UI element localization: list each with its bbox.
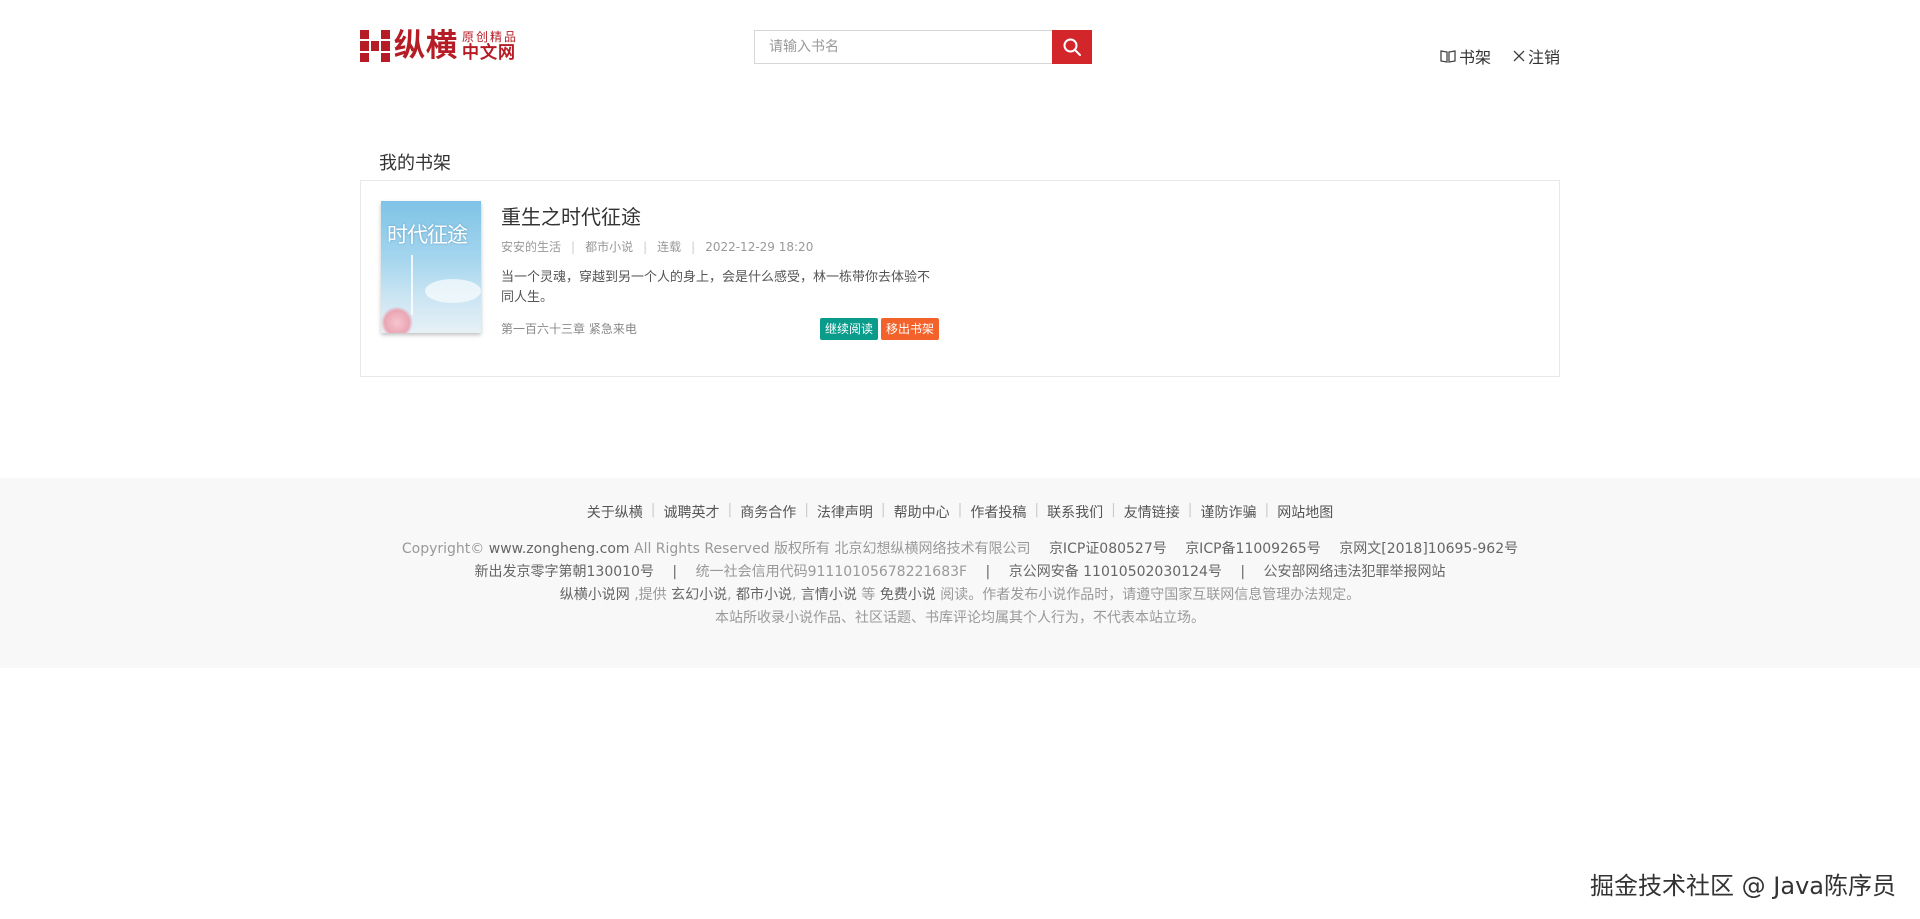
- genre-link-free[interactable]: 免费小说: [880, 587, 936, 603]
- logout-link[interactable]: 注销: [1513, 44, 1560, 68]
- footer-nav-item[interactable]: 帮助中心: [894, 502, 950, 522]
- shelf-title: 我的书架: [379, 153, 451, 174]
- genre-link-romance[interactable]: 言情小说: [801, 587, 857, 603]
- continue-reading-button[interactable]: 继续阅读: [820, 318, 878, 340]
- footer-genre-line: 纵横小说网 ,提供 玄幻小说, 都市小说, 言情小说 等 免费小说 阅读。作者发…: [0, 584, 1920, 604]
- logo-main-text: 纵横: [394, 28, 458, 64]
- logo-sub-top: 原创精品: [462, 29, 519, 44]
- book-meta: 安安的生活 | 都市小说 | 连载 | 2022-12-29 18:20: [501, 238, 813, 255]
- footer-nav-item[interactable]: 诚聘英才: [663, 502, 719, 522]
- nav-separator: |: [1264, 502, 1270, 518]
- bookshelf-link[interactable]: 书架: [1440, 44, 1491, 68]
- network-culture-link[interactable]: 京网文[2018]10695-962号: [1339, 541, 1518, 557]
- footer-nav-item[interactable]: 商务合作: [740, 502, 796, 522]
- nav-separator: |: [880, 502, 886, 518]
- book-icon: [1440, 50, 1456, 63]
- book-title-link[interactable]: 重生之时代征途: [501, 201, 641, 230]
- nav-separator: |: [804, 502, 809, 518]
- rights-text: All Rights Reserved 版权所有 北京幻想纵横网络技术有限公司: [634, 541, 1031, 557]
- watermark-text: 掘金技术社区 @ Java陈序员: [1590, 872, 1896, 900]
- publish-license-link[interactable]: 新出发京零字第朝130010号: [475, 564, 654, 580]
- search-bar: [754, 30, 1092, 64]
- provide-text: ,提供: [634, 587, 667, 603]
- site-logo[interactable]: 纵横 原创精品 中文网: [360, 28, 518, 64]
- cover-decoration: [411, 255, 413, 315]
- meta-separator: |: [643, 239, 648, 254]
- footer-disclaimer: 本站所收录小说作品、社区话题、书库评论均属其个人行为，不代表本站立场。: [715, 610, 1205, 626]
- line-separator: |: [1240, 564, 1246, 580]
- meta-separator: |: [571, 239, 576, 254]
- book-author[interactable]: 安安的生活: [501, 238, 561, 255]
- bookshelf-link-label: 书架: [1458, 48, 1491, 67]
- credit-code-text: 统一社会信用代码91110105678221683F: [695, 564, 968, 580]
- site-name-link[interactable]: 纵横小说网: [560, 587, 630, 603]
- nav-separator: |: [1187, 502, 1193, 518]
- genre-link-urban[interactable]: 都市小说: [736, 587, 792, 603]
- cover-decoration: [425, 279, 481, 303]
- footer-license-line: 新出发京零字第朝130010号 | 统一社会信用代码91110105678221…: [0, 561, 1920, 581]
- footer-nav-item[interactable]: 联系我们: [1047, 502, 1103, 522]
- shelf-list: 时代征途 重生之时代征途 安安的生活 | 都市小说 | 连载 | 2022-12…: [360, 180, 1560, 377]
- nav-separator: |: [1034, 502, 1040, 518]
- etc-text: 等: [861, 587, 876, 603]
- icp-record-link[interactable]: 京ICP备11009265号: [1185, 541, 1321, 557]
- footer-nav-item[interactable]: 谨防诈骗: [1201, 502, 1257, 522]
- footer-copyright-line: Copyright© www.zongheng.com All Rights R…: [0, 538, 1920, 558]
- book-cover[interactable]: 时代征途: [381, 201, 481, 333]
- police-record-link[interactable]: 京公网安备 11010502030124号: [1009, 564, 1222, 580]
- footer-nav: 关于纵横 | 诚聘英才 | 商务合作 | 法律声明 | 帮助中心 | 作者投稿 | 联系我们…: [0, 502, 1920, 522]
- footer-nav-item[interactable]: 友情链接: [1124, 502, 1180, 522]
- icp-license-link[interactable]: 京ICP证080527号: [1049, 541, 1167, 557]
- line-separator: |: [672, 564, 678, 580]
- nav-separator: |: [957, 502, 963, 518]
- nav-separator: |: [727, 502, 733, 518]
- book-description: 当一个灵魂，穿越到另一个人的身上，会是什么感受，林一栋带你去体验不同人生。: [501, 270, 931, 305]
- nav-separator: |: [1111, 502, 1116, 518]
- nav-separator: |: [650, 502, 656, 518]
- search-input[interactable]: [754, 30, 1052, 64]
- copyright-prefix: Copyright©: [401, 541, 485, 557]
- logo-sub-bottom: 中文网: [462, 42, 516, 63]
- logout-link-label: 注销: [1527, 48, 1560, 67]
- header-links: 书架 注销: [1440, 44, 1560, 68]
- close-icon: [1513, 50, 1525, 62]
- footer-nav-item[interactable]: 网站地图: [1277, 502, 1333, 522]
- search-icon: [1063, 38, 1081, 56]
- footer-nav-item[interactable]: 关于纵横: [587, 502, 643, 522]
- logo-sub: 原创精品 中文网: [462, 31, 518, 62]
- book-category[interactable]: 都市小说: [585, 238, 633, 255]
- book-status: 连载: [657, 240, 682, 254]
- book-updated-time: 2022-12-29 18:20: [705, 239, 814, 254]
- footer-nav-item[interactable]: 法律声明: [817, 502, 873, 522]
- search-button[interactable]: [1052, 30, 1092, 64]
- footer-nav-item[interactable]: 作者投稿: [970, 502, 1026, 522]
- book-cover-title: 时代征途: [387, 223, 468, 247]
- footer: 关于纵横 | 诚聘英才 | 商务合作 | 法律声明 | 帮助中心 | 作者投稿 | 联系我们…: [0, 478, 1920, 668]
- book-latest-chapter[interactable]: 第一百六十三章 紧急来电: [501, 320, 637, 337]
- logo-mark-icon: [360, 30, 390, 62]
- remove-from-shelf-button[interactable]: 移出书架: [881, 318, 939, 340]
- line-separator: |: [985, 564, 991, 580]
- comma: ,: [727, 587, 732, 603]
- report-site-link[interactable]: 公安部网络违法犯罪举报网站: [1263, 564, 1445, 580]
- site-domain-link[interactable]: www.zongheng.com: [489, 541, 630, 557]
- meta-separator: |: [691, 239, 696, 254]
- policy-text: 阅读。作者发布小说作品时，请遵守国家互联网信息管理办法规定。: [940, 587, 1361, 603]
- cover-decoration: [381, 307, 413, 333]
- comma: ,: [792, 587, 797, 603]
- genre-link-fantasy[interactable]: 玄幻小说: [671, 587, 727, 603]
